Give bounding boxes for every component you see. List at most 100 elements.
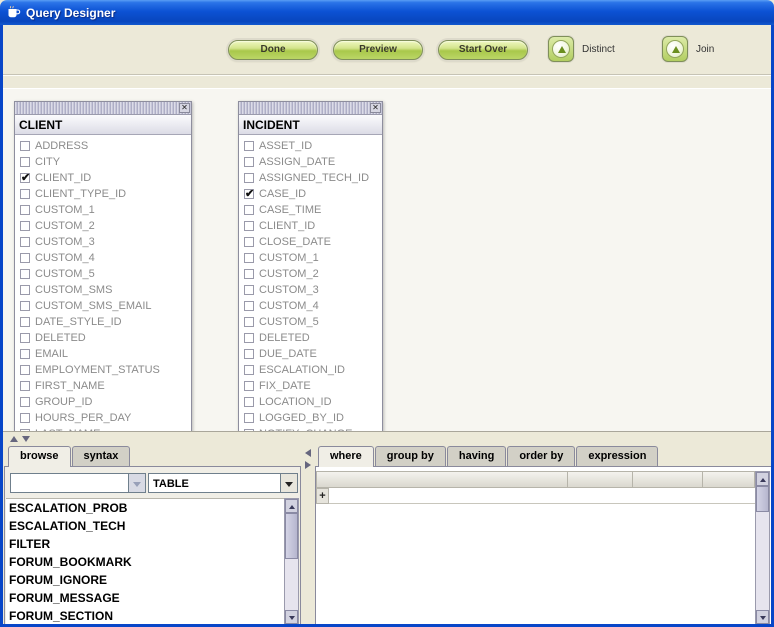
join-toggle-button[interactable] bbox=[662, 36, 688, 62]
tab-where[interactable]: where bbox=[318, 446, 374, 466]
field-row[interactable]: FIX_DATE bbox=[239, 378, 382, 394]
chevron-down-icon[interactable] bbox=[128, 474, 145, 492]
field-row[interactable]: CUSTOM_4 bbox=[239, 298, 382, 314]
distinct-toggle-button[interactable] bbox=[548, 36, 574, 62]
field-checkbox[interactable] bbox=[244, 221, 254, 231]
field-row[interactable]: GROUP_ID bbox=[15, 394, 191, 410]
field-checkbox[interactable] bbox=[20, 285, 30, 295]
table-list-item[interactable]: FORUM_BOOKMARK bbox=[6, 553, 284, 571]
field-checkbox[interactable] bbox=[244, 141, 254, 151]
field-row[interactable]: HOURS_PER_DAY bbox=[15, 410, 191, 426]
table-list-item[interactable]: FORUM_SECTION bbox=[6, 607, 284, 625]
field-checkbox[interactable] bbox=[20, 413, 30, 423]
scroll-down-icon[interactable] bbox=[285, 610, 298, 624]
frame-title-bar[interactable]: ✕ bbox=[239, 102, 382, 115]
scroll-up-icon[interactable] bbox=[756, 472, 769, 486]
field-checkbox[interactable] bbox=[20, 205, 30, 215]
field-checkbox[interactable] bbox=[20, 237, 30, 247]
field-checkbox[interactable] bbox=[244, 269, 254, 279]
table-list-item[interactable]: FILTER bbox=[6, 535, 284, 553]
tab-syntax[interactable]: syntax bbox=[72, 446, 131, 466]
field-checkbox[interactable] bbox=[20, 381, 30, 391]
field-checkbox[interactable] bbox=[20, 253, 30, 263]
collapse-left-icon[interactable] bbox=[305, 449, 311, 457]
tab-browse[interactable]: browse bbox=[8, 446, 71, 466]
table-list-item[interactable]: FORUM_IGNORE bbox=[6, 571, 284, 589]
field-checkbox[interactable] bbox=[244, 205, 254, 215]
field-row[interactable]: DATE_STYLE_ID bbox=[15, 314, 191, 330]
done-button[interactable]: Done bbox=[228, 40, 318, 60]
table-frame-incident[interactable]: ✕ INCIDENT ASSET_IDASSIGN_DATEASSIGNED_T… bbox=[238, 101, 383, 432]
field-checkbox[interactable] bbox=[20, 333, 30, 343]
field-checkbox[interactable] bbox=[20, 157, 30, 167]
close-icon[interactable]: ✕ bbox=[370, 103, 381, 113]
table-frame-client[interactable]: ✕ CLIENT ADDRESSCITY✔CLIENT_IDCLIENT_TYP… bbox=[14, 101, 192, 432]
field-checkbox[interactable] bbox=[20, 141, 30, 151]
field-row[interactable]: ADDRESS bbox=[15, 138, 191, 154]
field-row[interactable]: LOCATION_ID bbox=[239, 394, 382, 410]
field-row[interactable]: CUSTOM_4 bbox=[15, 250, 191, 266]
field-checkbox[interactable]: ✔ bbox=[244, 189, 254, 199]
field-row[interactable]: ✔CASE_ID bbox=[239, 186, 382, 202]
table-list-item[interactable]: ESCALATION_PROB bbox=[6, 499, 284, 517]
field-row[interactable]: ASSET_ID bbox=[239, 138, 382, 154]
field-checkbox[interactable] bbox=[20, 221, 30, 231]
field-row[interactable]: CLIENT_TYPE_ID bbox=[15, 186, 191, 202]
field-checkbox[interactable] bbox=[244, 301, 254, 311]
scrollbar-thumb[interactable] bbox=[756, 486, 769, 512]
field-row[interactable]: CUSTOM_1 bbox=[239, 250, 382, 266]
criteria-grid-scrollbar[interactable] bbox=[755, 471, 770, 625]
field-checkbox[interactable] bbox=[20, 349, 30, 359]
title-bar[interactable]: Query Designer bbox=[0, 0, 774, 25]
collapse-right-icon[interactable] bbox=[305, 461, 311, 469]
table-list-item[interactable]: ESCALATION_TECH bbox=[6, 517, 284, 535]
frame-title-bar[interactable]: ✕ bbox=[15, 102, 191, 115]
table-list-scrollbar[interactable] bbox=[284, 498, 299, 625]
field-row[interactable]: CUSTOM_2 bbox=[15, 218, 191, 234]
table-list-item[interactable]: FORUM_MESSAGE bbox=[6, 589, 284, 607]
field-checkbox[interactable] bbox=[244, 237, 254, 247]
tab-group-by[interactable]: group by bbox=[375, 446, 446, 466]
field-row[interactable]: DELETED bbox=[15, 330, 191, 346]
field-checkbox[interactable] bbox=[244, 333, 254, 343]
collapse-down-icon[interactable] bbox=[22, 436, 30, 442]
field-row[interactable]: CUSTOM_2 bbox=[239, 266, 382, 282]
field-checkbox[interactable] bbox=[244, 349, 254, 359]
tab-having[interactable]: having bbox=[447, 446, 506, 466]
field-row[interactable]: CUSTOM_5 bbox=[239, 314, 382, 330]
chevron-down-icon[interactable] bbox=[280, 474, 297, 492]
field-row[interactable]: CASE_TIME bbox=[239, 202, 382, 218]
field-checkbox[interactable] bbox=[244, 381, 254, 391]
vertical-split-divider[interactable] bbox=[302, 445, 315, 627]
horizontal-split-divider[interactable] bbox=[3, 431, 771, 445]
field-row[interactable]: CUSTOM_SMS_EMAIL bbox=[15, 298, 191, 314]
field-row[interactable]: LOGGED_BY_ID bbox=[239, 410, 382, 426]
field-row[interactable]: CUSTOM_3 bbox=[15, 234, 191, 250]
filter-combobox[interactable] bbox=[10, 473, 146, 493]
field-row[interactable]: EMAIL bbox=[15, 346, 191, 362]
object-type-combobox[interactable]: TABLE bbox=[148, 473, 298, 493]
field-checkbox[interactable] bbox=[20, 189, 30, 199]
scrollbar-thumb[interactable] bbox=[285, 513, 298, 559]
field-row[interactable]: DELETED bbox=[239, 330, 382, 346]
field-row[interactable]: ✔CLIENT_ID bbox=[15, 170, 191, 186]
field-row[interactable]: CLIENT_ID bbox=[239, 218, 382, 234]
field-row[interactable]: CITY bbox=[15, 154, 191, 170]
field-row[interactable]: ASSIGNED_TECH_ID bbox=[239, 170, 382, 186]
preview-button[interactable]: Preview bbox=[333, 40, 423, 60]
field-row[interactable]: DUE_DATE bbox=[239, 346, 382, 362]
field-checkbox[interactable] bbox=[244, 397, 254, 407]
field-checkbox[interactable] bbox=[20, 301, 30, 311]
tab-expression[interactable]: expression bbox=[576, 446, 658, 466]
field-checkbox[interactable] bbox=[244, 157, 254, 167]
field-checkbox[interactable] bbox=[244, 365, 254, 375]
scroll-down-icon[interactable] bbox=[756, 610, 769, 624]
field-row[interactable]: ESCALATION_ID bbox=[239, 362, 382, 378]
field-row[interactable]: FIRST_NAME bbox=[15, 378, 191, 394]
field-checkbox[interactable] bbox=[244, 413, 254, 423]
field-checkbox[interactable] bbox=[20, 317, 30, 327]
field-row[interactable]: CUSTOM_5 bbox=[15, 266, 191, 282]
field-row[interactable]: CLOSE_DATE bbox=[239, 234, 382, 250]
field-checkbox[interactable] bbox=[244, 317, 254, 327]
collapse-up-icon[interactable] bbox=[10, 436, 18, 442]
